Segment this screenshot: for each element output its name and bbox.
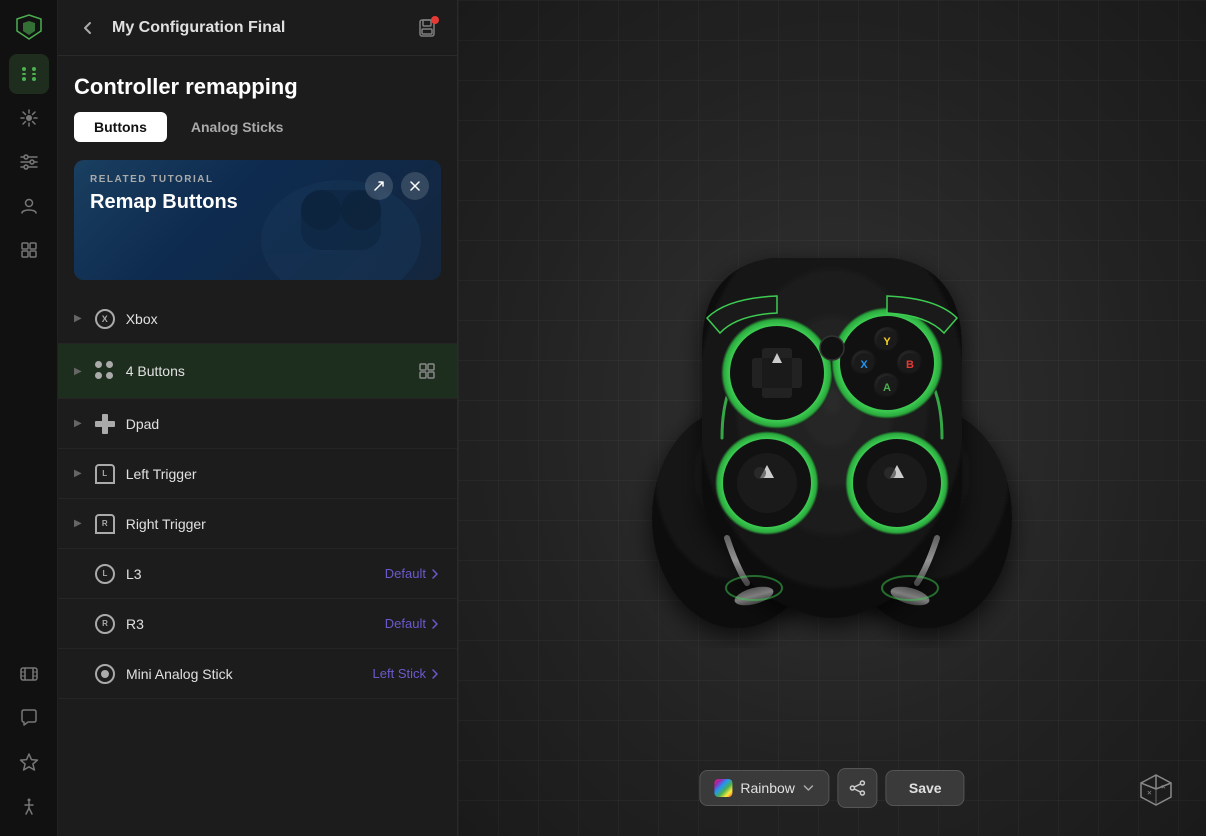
- icon-l3: L: [94, 563, 116, 585]
- tab-analog-sticks[interactable]: Analog Sticks: [171, 112, 304, 142]
- icon-mini-analog: [94, 663, 116, 685]
- list-item-dpad[interactable]: ▶ Dpad: [58, 399, 457, 449]
- razer-logo: [12, 10, 46, 44]
- value-r3[interactable]: Default: [385, 616, 441, 631]
- bottom-bar: Rainbow Save: [699, 768, 964, 808]
- svg-text:Y: Y: [883, 336, 891, 348]
- icon-bar: [0, 0, 58, 836]
- label-xbox: Xbox: [126, 311, 441, 327]
- tutorial-card: RELATED TUTORIAL Remap Buttons: [74, 160, 441, 280]
- list-item-mini-analog[interactable]: Mini Analog Stick Left Stick: [58, 649, 457, 699]
- config-title: My Configuration Final: [112, 19, 403, 37]
- icon-left-trigger: L: [94, 463, 116, 485]
- chevron-dpad: ▶: [74, 418, 82, 429]
- controller-area: Y X B A: [532, 118, 1132, 718]
- list-item-xbox[interactable]: ▶ X Xbox: [58, 294, 457, 344]
- sidebar-item-lighting[interactable]: [9, 98, 49, 138]
- label-dpad: Dpad: [126, 416, 441, 432]
- label-4buttons: 4 Buttons: [126, 363, 403, 379]
- list-section: ▶ X Xbox ▶ 4 Buttons: [58, 294, 457, 836]
- icon-r3: R: [94, 613, 116, 635]
- section-title-row: Controller remapping: [58, 56, 457, 112]
- icon-xbox: X: [94, 308, 116, 330]
- label-left-trigger: Left Trigger: [126, 466, 441, 482]
- label-right-trigger: Right Trigger: [126, 516, 441, 532]
- controller-svg: Y X B A: [572, 188, 1092, 648]
- sidebar-item-remapping[interactable]: [9, 54, 49, 94]
- tutorial-open-btn[interactable]: [365, 172, 393, 200]
- icon-dpad: [94, 413, 116, 435]
- sidebar: My Configuration Final Controller remapp…: [58, 0, 458, 836]
- list-item-right-trigger[interactable]: ▶ R Right Trigger: [58, 499, 457, 549]
- chevron-4buttons: ▶: [74, 366, 82, 377]
- sidebar-item-profiles[interactable]: [9, 186, 49, 226]
- list-item-r3[interactable]: R R3 Default: [58, 599, 457, 649]
- chevron-right-trigger: ▶: [74, 518, 82, 529]
- share-button[interactable]: [838, 768, 878, 808]
- sidebar-header: My Configuration Final: [58, 0, 457, 56]
- svg-text:✕: ✕: [1161, 782, 1166, 791]
- svg-text:B: B: [906, 359, 914, 371]
- tabs-row: Buttons Analog Sticks: [58, 112, 457, 154]
- list-item-left-trigger[interactable]: ▶ L Left Trigger: [58, 449, 457, 499]
- svg-text:A: A: [883, 382, 891, 394]
- save-button[interactable]: Save: [886, 770, 965, 806]
- sidebar-item-macros[interactable]: [9, 230, 49, 270]
- back-button[interactable]: [74, 14, 102, 42]
- icon-right-trigger: R: [94, 513, 116, 535]
- chevron-left-trigger: ▶: [74, 468, 82, 479]
- section-title: Controller remapping: [74, 74, 298, 99]
- list-item-l3[interactable]: L L3 Default: [58, 549, 457, 599]
- sidebar-item-chat[interactable]: [9, 698, 49, 738]
- svg-text:✕: ✕: [1147, 788, 1152, 797]
- chevron-xbox: ▶: [74, 313, 82, 324]
- cube-3d-icon[interactable]: ✕ ✕: [1134, 768, 1178, 812]
- sidebar-item-settings[interactable]: [9, 142, 49, 182]
- label-l3: L3: [126, 566, 375, 582]
- sidebar-item-favorites[interactable]: [9, 742, 49, 782]
- sidebar-item-film[interactable]: [9, 654, 49, 694]
- label-mini-analog: Mini Analog Stick: [126, 666, 363, 682]
- tutorial-close-btn[interactable]: [401, 172, 429, 200]
- value-mini-analog[interactable]: Left Stick: [373, 666, 441, 681]
- rainbow-selector[interactable]: Rainbow: [699, 770, 829, 806]
- expand-4buttons[interactable]: [413, 357, 441, 385]
- rainbow-icon: [714, 779, 732, 797]
- notification-dot: [431, 16, 439, 24]
- main-area: Y X B A: [458, 0, 1206, 836]
- label-r3: R3: [126, 616, 375, 632]
- value-l3[interactable]: Default: [385, 566, 441, 581]
- list-item-4buttons[interactable]: ▶ 4 Buttons: [58, 344, 457, 399]
- icon-4buttons: [94, 360, 116, 382]
- save-icon[interactable]: [413, 14, 441, 42]
- rainbow-label: Rainbow: [740, 780, 794, 796]
- svg-text:X: X: [860, 359, 868, 371]
- tab-buttons[interactable]: Buttons: [74, 112, 167, 142]
- rainbow-chevron-icon: [803, 782, 815, 794]
- tutorial-card-actions: [365, 172, 429, 200]
- sidebar-item-accessibility[interactable]: [9, 786, 49, 826]
